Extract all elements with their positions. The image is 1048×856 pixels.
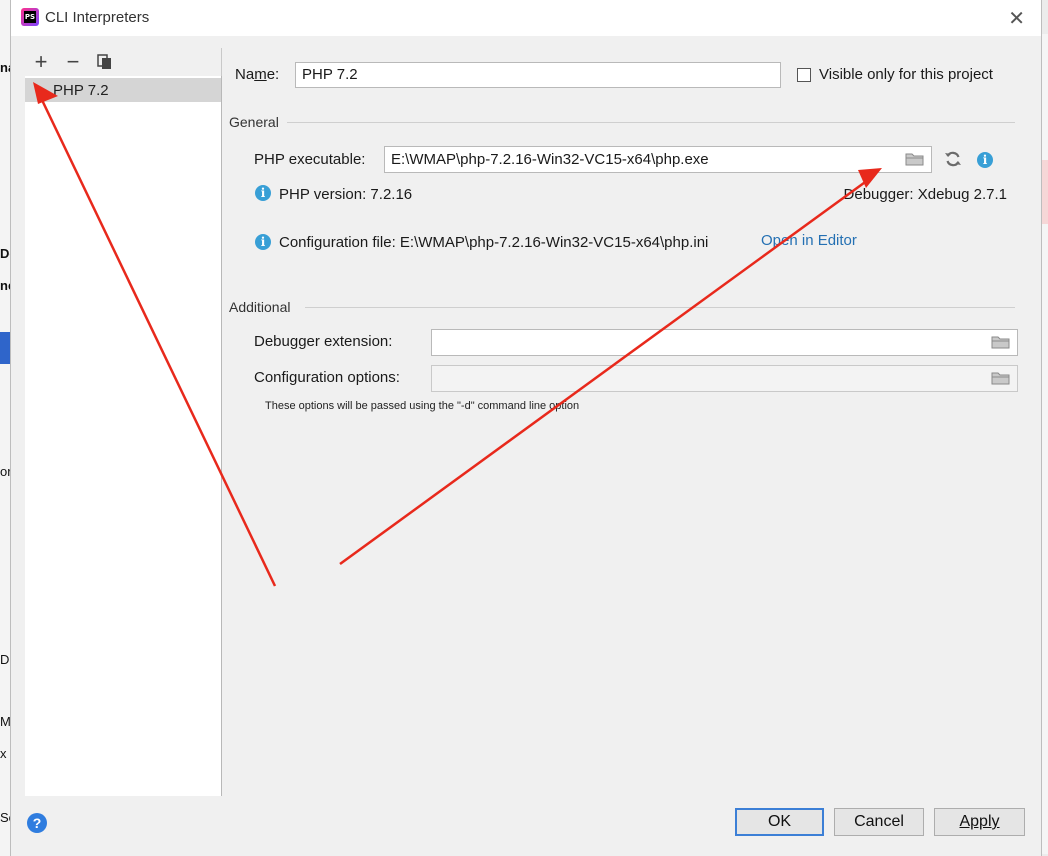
folder-icon[interactable] — [991, 334, 1011, 350]
title-bar: PS CLI Interpreters ✕ — [11, 0, 1041, 36]
info-icon: i — [255, 185, 271, 201]
debugger-extension-label: Debugger extension: — [254, 333, 393, 350]
php-executable-value: E:\WMAP\php-7.2.16-Win32-VC15-x64\php.ex… — [391, 151, 709, 168]
remove-interpreter-button[interactable]: − — [61, 50, 85, 74]
general-section-title: General — [229, 114, 279, 130]
phpstorm-logo-icon: PS — [21, 8, 39, 26]
list-item-label: PHP 7.2 — [53, 82, 109, 99]
name-label: Name: — [235, 66, 280, 83]
folder-icon[interactable] — [991, 370, 1011, 386]
help-icon[interactable]: ? — [27, 813, 47, 833]
php-version-text: PHP version: 7.2.16 — [279, 186, 413, 203]
close-icon[interactable]: ✕ — [1008, 6, 1025, 31]
additional-section-title: Additional — [229, 299, 291, 315]
debugger-extension-input[interactable] — [431, 329, 1018, 356]
visible-only-checkbox[interactable] — [797, 68, 811, 82]
php-executable-input[interactable]: E:\WMAP\php-7.2.16-Win32-VC15-x64\php.ex… — [384, 146, 932, 173]
cancel-button[interactable]: Cancel — [834, 808, 924, 836]
open-in-editor-link[interactable]: Open in Editor — [761, 232, 857, 249]
visible-only-label: Visible only for this project — [819, 66, 993, 83]
folder-icon[interactable] — [905, 151, 925, 167]
add-interpreter-button[interactable]: + — [29, 50, 53, 74]
window-title: CLI Interpreters — [45, 9, 150, 26]
configuration-options-label: Configuration options: — [254, 369, 400, 386]
background-text: x — [0, 746, 7, 761]
apply-button[interactable]: Apply — [934, 808, 1025, 836]
interpreter-list: PHP 7.2 — [25, 76, 222, 796]
options-hint: These options will be passed using the "… — [265, 400, 580, 412]
list-item[interactable]: PHP 7.2 — [25, 78, 221, 102]
cli-interpreters-dialog: PS CLI Interpreters ✕ + − PHP 7.2 Name: … — [10, 0, 1042, 856]
name-input[interactable]: PHP 7.2 — [295, 62, 781, 88]
refresh-icon[interactable] — [944, 150, 962, 168]
section-divider — [305, 307, 1015, 308]
background-selection — [0, 332, 10, 364]
debugger-text: Debugger: Xdebug 2.7.1 — [843, 186, 1007, 203]
configuration-options-input[interactable] — [431, 365, 1018, 392]
ok-button[interactable]: OK — [735, 808, 824, 836]
section-divider — [287, 122, 1015, 123]
config-file-text: Configuration file: E:\WMAP\php-7.2.16-W… — [279, 234, 709, 251]
interpreter-list-toolbar: + − — [25, 48, 225, 76]
background-text: D — [0, 652, 10, 667]
info-icon: i — [255, 234, 271, 250]
php-executable-label: PHP executable: — [254, 151, 366, 168]
info-icon[interactable]: i — [977, 152, 993, 168]
copy-icon[interactable] — [93, 50, 117, 74]
